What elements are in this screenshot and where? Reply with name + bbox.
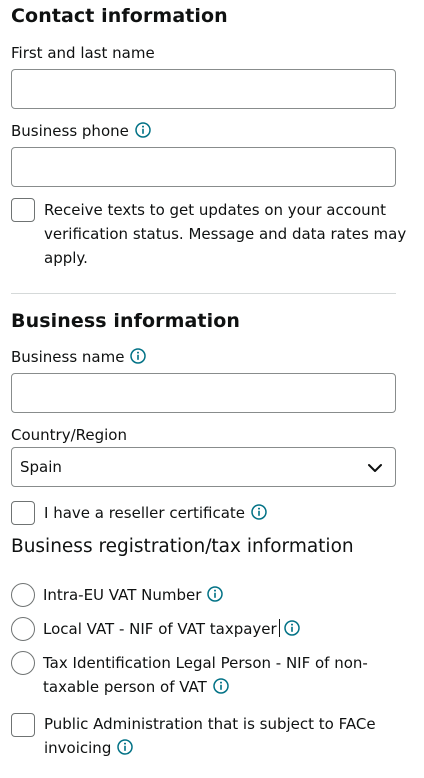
reseller-certificate-label: I have a reseller certificate [44,501,267,525]
local-vat-label: Local VAT - NIF of VAT taxpayer [43,617,300,641]
info-icon[interactable] [130,348,147,364]
country-region-label: Country/Region [11,426,127,444]
receive-texts-line1: Receive texts to get updates on your acc… [44,201,387,219]
business-phone-input[interactable] [11,147,396,187]
country-region-select[interactable]: Spain [11,447,396,487]
public-administration-line1: Public Administration that is subject to… [44,715,376,733]
local-vat-text: Local VAT - NIF of VAT taxpayer [43,620,277,638]
info-icon[interactable] [251,504,267,520]
reseller-certificate-text: I have a reseller certificate [44,504,246,522]
public-administration-checkbox[interactable] [11,713,35,737]
business-registration-form: Contact information First and last name … [0,0,424,778]
public-administration-line2-row: invoicing [44,736,376,760]
info-icon[interactable] [135,122,151,138]
business-name-label: Business name [11,348,147,366]
tax-info-heading: Business registration/tax information [11,536,354,557]
local-vat-radio[interactable] [11,617,35,641]
business-phone-label: Business phone [11,122,151,140]
reseller-certificate-checkbox[interactable] [11,501,35,525]
tax-id-legal-person-label: Tax Identification Legal Person - NIF of… [43,651,368,699]
info-icon[interactable] [117,739,134,755]
public-administration-line2: invoicing [44,739,112,757]
section-divider [11,293,396,294]
tax-id-legal-person-line1: Tax Identification Legal Person - NIF of… [43,654,368,672]
intra-eu-vat-label: Intra-EU VAT Number [43,583,224,607]
tax-id-legal-person-line2-row: taxable person of VAT [43,675,368,699]
name-label: First and last name [11,44,155,62]
contact-info-heading: Contact information [11,5,228,27]
business-info-heading: Business information [11,310,240,332]
business-name-label-text: Business name [11,348,125,366]
public-administration-label: Public Administration that is subject to… [44,712,376,760]
info-icon[interactable] [283,620,300,636]
receive-texts-line3: apply. [44,249,88,267]
intra-eu-vat-text: Intra-EU VAT Number [43,586,202,604]
receive-texts-label: Receive texts to get updates on your acc… [44,198,406,270]
text-caret [278,619,280,637]
info-icon[interactable] [207,586,224,602]
info-icon[interactable] [213,678,229,694]
country-region-value: Spain [20,458,62,476]
receive-texts-line2: verification status. Message and data ra… [44,225,407,243]
tax-id-legal-person-line2: taxable person of VAT [43,678,207,696]
first-last-name-input[interactable] [11,69,396,109]
intra-eu-vat-radio[interactable] [11,583,35,607]
chevron-down-icon [368,464,382,472]
business-phone-label-text: Business phone [11,122,129,140]
receive-texts-checkbox[interactable] [11,198,35,222]
business-name-input[interactable] [11,373,396,413]
tax-id-legal-person-radio[interactable] [11,651,35,675]
